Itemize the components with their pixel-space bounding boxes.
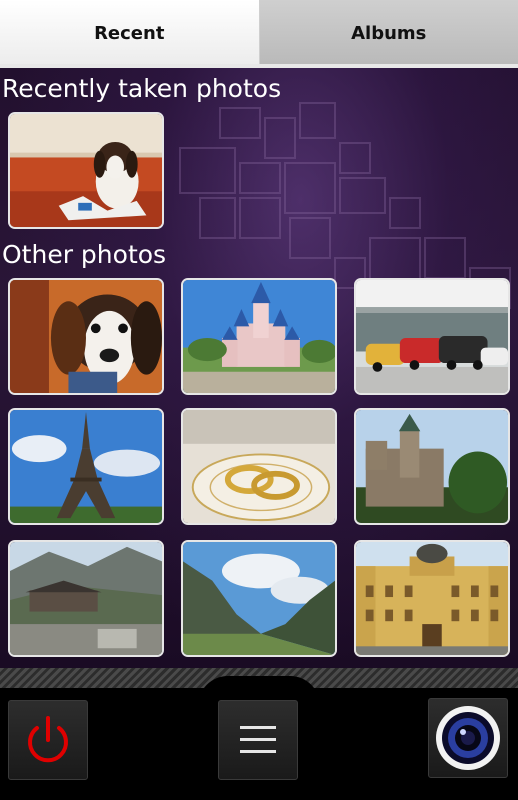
photo-gallery[interactable]: Recently taken photos Other photos	[0, 68, 518, 668]
recent-section-title: Recently taken photos	[2, 74, 282, 103]
photo-eiffel-tower[interactable]	[8, 408, 164, 525]
other-section-title: Other photos	[2, 240, 167, 269]
photo-fairytale-castle[interactable]	[181, 278, 337, 395]
camera-lens-icon	[436, 706, 500, 770]
photo-hilltop-castle[interactable]	[354, 408, 510, 525]
wedding-rings-image	[183, 410, 335, 523]
photo-mountain-chalet[interactable]	[8, 540, 164, 657]
menu-icon	[240, 726, 276, 753]
camera-button[interactable]	[428, 698, 508, 778]
hilltop-castle-image	[356, 410, 508, 523]
beagle-closeup-image	[10, 280, 162, 393]
mountain-chalet-image	[10, 542, 162, 655]
eiffel-tower-image	[10, 410, 162, 523]
photo-vintage-cars[interactable]	[354, 278, 510, 395]
ornate-building-image	[356, 542, 508, 655]
mountain-valley-image	[183, 542, 335, 655]
tab-albums[interactable]: Albums	[259, 0, 518, 66]
photo-wedding-rings[interactable]	[181, 408, 337, 525]
menu-button[interactable]	[218, 700, 298, 780]
photo-beagle-closeup[interactable]	[8, 278, 164, 395]
power-icon	[28, 716, 68, 763]
tab-bar: Recent Albums	[0, 0, 518, 66]
recent-photo-beagle-couch[interactable]	[8, 112, 164, 229]
tab-recent[interactable]: Recent	[0, 0, 260, 66]
vintage-cars-image	[356, 280, 508, 393]
power-button[interactable]	[8, 700, 88, 780]
photo-mountain-valley[interactable]	[181, 540, 337, 657]
photo-ornate-building[interactable]	[354, 540, 510, 657]
fairytale-castle-image	[183, 280, 335, 393]
beagle-couch-image	[10, 114, 162, 227]
